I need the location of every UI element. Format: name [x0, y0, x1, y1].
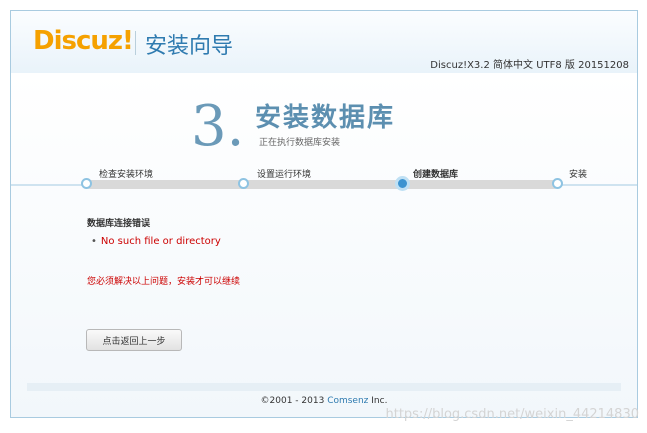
- progress-track: [86, 180, 558, 189]
- discuz-logo: Discuz!: [33, 26, 134, 56]
- step-label-setup-env: 设置运行环境: [257, 170, 312, 180]
- footer-bar: [27, 383, 621, 391]
- comsenz-link[interactable]: Comsenz: [327, 396, 368, 406]
- main-content: 3. 安装数据库 正在执行数据库安装 检查安装环境 设置运行环境 创建数据库 安…: [11, 73, 637, 417]
- logo-divider: [135, 31, 136, 55]
- error-item: • No such file or directory: [91, 236, 221, 247]
- installer-window: Discuz! 安装向导 Discuz!X3.2 简体中文 UTF8 版 201…: [10, 10, 638, 418]
- step-label-check-env: 检查安装环境: [99, 170, 154, 180]
- error-title: 数据库连接错误: [87, 219, 151, 229]
- must-fix-notice: 您必须解决以上问题，安装才可以继续: [87, 277, 241, 287]
- watermark: https://blog.csdn.net/weixin_44214830: [385, 407, 639, 422]
- copyright-suffix: Inc.: [368, 396, 388, 406]
- step-title: 安装数据库: [255, 103, 396, 133]
- step-number: 3.: [191, 94, 245, 159]
- step-dot-check-env: [81, 178, 92, 189]
- copyright: ©2001 - 2013 Comsenz Inc.: [11, 396, 637, 406]
- step-label-create-db: 创建数据库: [413, 170, 459, 180]
- step-subtitle: 正在执行数据库安装: [259, 138, 341, 148]
- step-dot-create-db-current: [395, 176, 410, 191]
- bullet-icon: •: [91, 236, 97, 247]
- copyright-text: ©2001 - 2013: [260, 396, 328, 406]
- step-dot-setup-env: [238, 178, 249, 189]
- back-button[interactable]: 点击返回上一步: [86, 329, 182, 351]
- step-label-install: 安装: [569, 170, 588, 180]
- error-message: No such file or directory: [100, 236, 221, 247]
- step-dot-install: [552, 178, 563, 189]
- header: Discuz! 安装向导 Discuz!X3.2 简体中文 UTF8 版 201…: [11, 11, 637, 74]
- wizard-title: 安装向导: [145, 34, 234, 59]
- version-info: Discuz!X3.2 简体中文 UTF8 版 20151208: [430, 60, 629, 71]
